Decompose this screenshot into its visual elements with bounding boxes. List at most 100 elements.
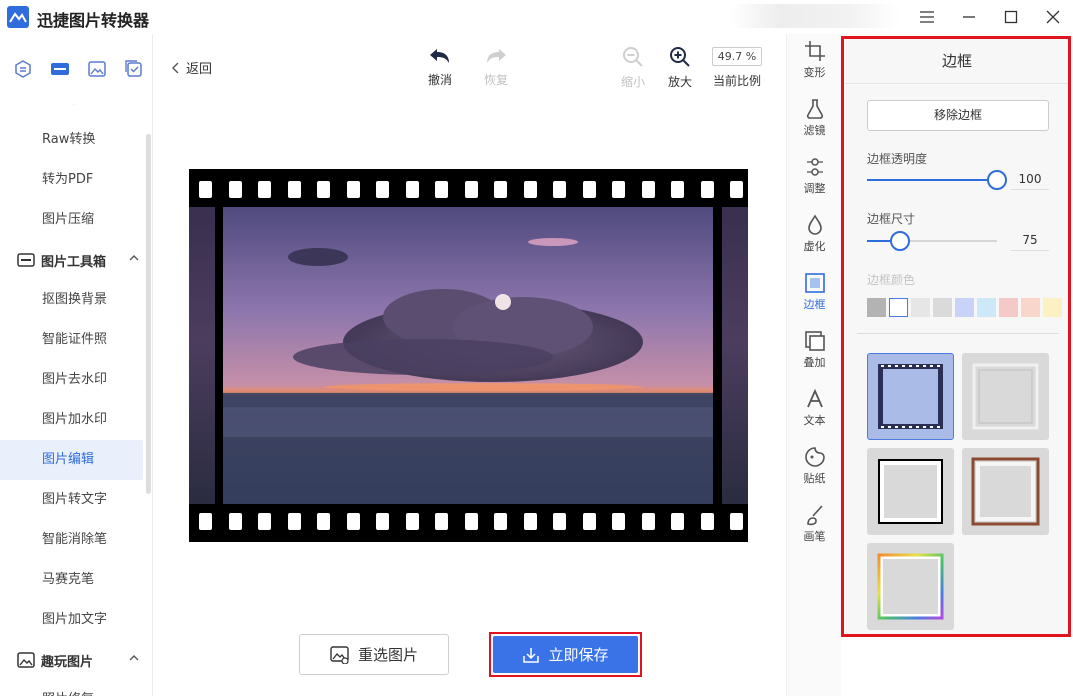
sunset-photo: [223, 207, 713, 504]
tool-rail-item-3[interactable]: 虚化: [787, 214, 842, 254]
app-title: 迅捷图片转换器: [37, 11, 150, 30]
color-swatch[interactable]: [999, 298, 1018, 317]
film-sprocket-hole: [730, 181, 743, 198]
film-sprocket-hole: [523, 181, 537, 198]
image-icon: [88, 61, 106, 77]
zoom-in-label: 放大: [667, 75, 692, 89]
frame-template-film[interactable]: [867, 353, 954, 440]
minimize-button[interactable]: [955, 5, 983, 29]
reselect-image-button[interactable]: 重选图片: [299, 634, 449, 675]
sidebar-item[interactable]: 智能消除笔: [0, 520, 152, 560]
chevron-left-icon: [172, 62, 179, 73]
redo-icon: [487, 49, 506, 63]
zoom-ratio[interactable]: 49.7 % 当前比例: [710, 47, 764, 89]
film-right-strip: [722, 207, 748, 504]
film-sprocket-hole: [523, 513, 537, 530]
opacity-value[interactable]: 100: [1011, 172, 1049, 190]
sidebar-tab-image[interactable]: [79, 50, 116, 88]
toolbox-icon: [17, 253, 35, 267]
color-label: 边框颜色: [867, 273, 916, 287]
sidebar-category-4[interactable]: 图片工具箱: [0, 240, 152, 280]
back-button[interactable]: 返回: [172, 58, 212, 77]
tool-rail-item-7[interactable]: 贴纸: [787, 446, 842, 486]
border-panel: 边框 移除边框 边框透明度 100 边框尺寸 75 边框颜色: [845, 38, 1069, 636]
tool-rail-label: 边框: [803, 298, 826, 311]
sidebar-item[interactable]: 图片压缩: [0, 200, 152, 240]
drop-icon: [804, 214, 826, 236]
film-frame-image: [189, 169, 748, 542]
sidebar-item[interactable]: 抠图换背景: [0, 280, 152, 320]
sidebar-tab-convert[interactable]: [4, 50, 41, 88]
tool-rail-item-5[interactable]: 叠加: [787, 330, 842, 370]
sidebar-item[interactable]: 转为PDF: [0, 160, 152, 200]
film-sprocket-hole: [730, 513, 743, 530]
tool-rail-item-0[interactable]: 变形: [787, 40, 842, 80]
color-swatch[interactable]: [977, 298, 996, 317]
frame-template-black[interactable]: [867, 448, 954, 535]
sidebar-category-14[interactable]: 趣玩图片: [0, 640, 152, 680]
sidebar-item[interactable]: Raw转换: [0, 120, 152, 160]
hamburger-icon: [920, 11, 934, 23]
sidebar-item[interactable]: 马赛克笔: [0, 560, 152, 600]
frame-icon: [804, 272, 826, 294]
opacity-slider-knob[interactable]: [987, 170, 1007, 190]
size-slider[interactable]: [867, 231, 997, 251]
film-sprocket-hole: [582, 181, 596, 198]
save-button[interactable]: 立即保存: [493, 636, 638, 673]
adjust-icon: [804, 156, 826, 178]
frame-template-wood[interactable]: [962, 448, 1049, 535]
sidebar-scrollbar[interactable]: [146, 134, 151, 494]
tool-rail-item-2[interactable]: 调整: [787, 156, 842, 196]
zoom-value: 49.7 %: [711, 47, 763, 66]
color-swatch[interactable]: [1021, 298, 1040, 317]
zoom-out-label: 缩小: [620, 75, 645, 89]
sidebar-item[interactable]: 图片加水印: [0, 400, 152, 440]
close-button[interactable]: [1039, 5, 1067, 29]
opacity-label: 边框透明度: [867, 152, 928, 166]
color-swatch[interactable]: [933, 298, 952, 317]
tool-rail-item-6[interactable]: 文本: [787, 388, 842, 428]
zoom-out-icon: [623, 47, 643, 67]
sidebar-list: Heic转换Raw转换转为PDF图片压缩图片工具箱抠图换背景智能证件照图片去水印…: [0, 80, 152, 696]
size-value[interactable]: 75: [1011, 233, 1049, 251]
film-sprocket-hole: [258, 181, 271, 198]
sidebar-item[interactable]: 图片去水印: [0, 360, 152, 400]
panel-title: 边框: [845, 38, 1069, 84]
undo-button[interactable]: 撤消: [420, 46, 460, 88]
color-swatch[interactable]: [911, 298, 930, 317]
color-swatch[interactable]: [1043, 298, 1062, 317]
chevron-up-icon: [129, 255, 139, 261]
sidebar-item[interactable]: 智能证件照: [0, 320, 152, 360]
sidebar-item[interactable]: 图片编辑: [0, 440, 143, 480]
opacity-slider[interactable]: [867, 170, 1007, 190]
film-sprocket-hole: [287, 181, 301, 198]
maximize-button[interactable]: [997, 5, 1025, 29]
color-swatch[interactable]: [867, 298, 886, 317]
redo-button[interactable]: 恢复: [476, 46, 516, 88]
color-swatch[interactable]: [955, 298, 974, 317]
film-sprocket-hole: [464, 181, 478, 198]
film-sprocket-hole: [228, 513, 242, 530]
ornate-frame-icon: [972, 363, 1039, 430]
sidebar-category-label: 图片工具箱: [41, 254, 107, 270]
sidebar-tab-edit[interactable]: [41, 50, 78, 88]
tool-rail-label: 画笔: [803, 530, 826, 543]
overlay-icon: [804, 330, 826, 352]
sidebar-item[interactable]: 照片修复: [0, 680, 152, 696]
frame-template-ornate[interactable]: [962, 353, 1049, 440]
tool-rail-item-8[interactable]: 画笔: [787, 504, 842, 544]
sidebar-tab-batch[interactable]: [116, 50, 152, 88]
frame-template-rainbow[interactable]: [867, 543, 954, 630]
tool-rail-item-1[interactable]: 滤镜: [787, 98, 842, 138]
brush-icon: [804, 504, 826, 526]
title-bar: 迅捷图片转换器: [0, 0, 1073, 34]
size-slider-knob[interactable]: [889, 231, 910, 251]
tool-rail-item-4[interactable]: 边框: [787, 272, 842, 312]
remove-border-button[interactable]: 移除边框: [867, 100, 1049, 131]
menu-button[interactable]: [913, 5, 941, 29]
zoom-out-button[interactable]: 缩小: [613, 46, 653, 90]
zoom-in-button[interactable]: 放大: [660, 46, 700, 90]
sidebar-item[interactable]: 图片转文字: [0, 480, 152, 520]
sidebar-item[interactable]: 图片加文字: [0, 600, 152, 640]
color-swatch[interactable]: [889, 298, 908, 317]
